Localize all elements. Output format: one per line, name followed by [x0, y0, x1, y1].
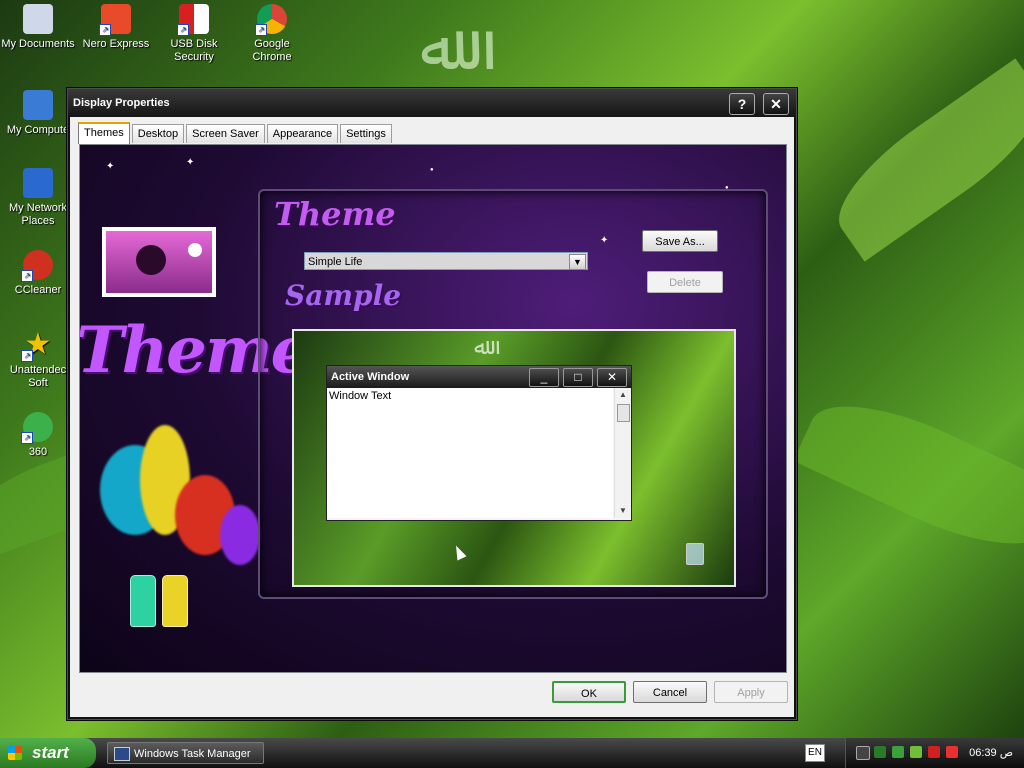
- shortcut-arrow-icon: ↗: [177, 24, 189, 36]
- 360-icon: ↗: [21, 412, 53, 444]
- desktop-icon-label: CCleaner: [14, 284, 62, 296]
- language-indicator[interactable]: EN: [805, 744, 825, 762]
- clock[interactable]: 06:39 ص: [969, 746, 1013, 759]
- desktop-icon-my-network-places[interactable]: My Network Places: [0, 168, 76, 228]
- tab-bar: Themes Desktop Screen Saver Appearance S…: [78, 122, 394, 144]
- ccleaner-icon: ↗: [21, 250, 53, 282]
- moon-icon: [188, 243, 202, 257]
- desktop-icon-label: My Network Places: [8, 202, 68, 227]
- my-computer-icon: [23, 90, 53, 120]
- chevron-down-icon[interactable]: ▼: [569, 254, 586, 270]
- shortcut-arrow-icon: ↗: [255, 24, 267, 36]
- close-icon: ✕: [597, 368, 627, 387]
- tab-themes[interactable]: Themes: [78, 122, 130, 144]
- shortcut-arrow-icon: ↗: [21, 432, 33, 444]
- desktop-icon-unattended-soft[interactable]: ★ ↗ Unattendec Soft: [0, 330, 76, 390]
- tree-silhouette-icon: [136, 245, 166, 275]
- desktop-icon-my-computer[interactable]: My Compute: [0, 90, 76, 137]
- paint-splash-decoration: [220, 505, 260, 565]
- wallpaper-leaf: [793, 379, 1024, 571]
- recycle-bin-icon: [686, 543, 704, 565]
- preview-scrollbar: ▲ ▼: [614, 388, 631, 518]
- desktop-icon-label: My Documents: [1, 38, 75, 50]
- paint-bottle-icon: [162, 575, 188, 627]
- desktop-icon-label: Nero Express: [82, 38, 150, 50]
- dialog-title: Display Properties: [73, 97, 170, 109]
- theme-artwork-frame: [102, 227, 216, 297]
- preview-active-window: Active Window _ □ ✕ Window Text ▲ ▼: [326, 365, 632, 521]
- desktop-icon-my-documents[interactable]: My Documents: [0, 4, 76, 51]
- display-properties-dialog: Display Properties ? ✕ Themes Desktop Sc…: [67, 88, 797, 720]
- desktop-icon-label: USB Disk Security: [170, 38, 218, 63]
- cancel-button[interactable]: Cancel: [633, 681, 707, 703]
- sparkle-decoration: ✦: [106, 161, 115, 172]
- theme-preview: ﷲ Active Window _ □ ✕ Window Text ▲ ▼: [292, 329, 736, 587]
- security-tray-icon[interactable]: [892, 746, 904, 758]
- desktop-icon-label: 360: [28, 446, 48, 458]
- scroll-down-icon: ▼: [619, 506, 627, 515]
- tab-appearance[interactable]: Appearance: [266, 124, 339, 143]
- dialog-body: Themes Desktop Screen Saver Appearance S…: [70, 117, 794, 717]
- shortcut-arrow-icon: ↗: [21, 350, 33, 362]
- themes-panel: ✦ ✦ ● ✦ ● Themes Theme Simple Life ▼ Sav…: [79, 144, 787, 673]
- wallpaper-leaf: [818, 58, 1024, 262]
- shortcut-arrow-icon: ↗: [99, 24, 111, 36]
- windows-logo-icon: [8, 746, 22, 760]
- network-tray-icon[interactable]: [856, 746, 870, 760]
- shield-tray-icon[interactable]: [946, 746, 958, 758]
- dialog-titlebar[interactable]: Display Properties ? ✕: [68, 89, 796, 117]
- help-button[interactable]: ?: [729, 93, 755, 115]
- sample-label: Sample: [285, 279, 402, 312]
- usb-disk-security-icon: ↗: [177, 4, 209, 36]
- desktop-icon-label: Unattendec Soft: [9, 364, 67, 389]
- maximize-icon: □: [563, 368, 593, 387]
- network-places-icon: [23, 168, 53, 198]
- preview-window-text: Window Text: [327, 388, 613, 518]
- apply-button[interactable]: Apply: [714, 681, 788, 703]
- preview-window-title: Active Window: [331, 371, 410, 383]
- desktop-icon-label: Google Chrome: [252, 38, 292, 63]
- nero-express-icon: ↗: [99, 4, 131, 36]
- start-button[interactable]: start: [0, 738, 96, 768]
- taskbar: start Windows Task Manager EN 06:39 ص: [0, 738, 1024, 768]
- star-icon: ★ ↗: [21, 330, 53, 362]
- scroll-thumb: [617, 404, 630, 422]
- preview-window-titlebar: Active Window _ □ ✕: [327, 366, 631, 388]
- app-tray-icon[interactable]: [910, 746, 922, 758]
- shortcut-arrow-icon: ↗: [21, 270, 33, 282]
- theme-select-value: Simple Life: [308, 256, 363, 268]
- taskbar-item-label: Windows Task Manager: [134, 748, 251, 760]
- save-as-button[interactable]: Save As...: [642, 230, 718, 252]
- scroll-up-icon: ▲: [619, 390, 627, 399]
- desktop-icon-label: My Compute: [6, 124, 70, 136]
- delete-button[interactable]: Delete: [647, 271, 723, 293]
- desktop-icon-usb-disk-security[interactable]: ↗ USB Disk Security: [156, 4, 232, 64]
- ok-button[interactable]: OK: [552, 681, 626, 703]
- tab-settings[interactable]: Settings: [340, 124, 392, 143]
- s-tray-icon[interactable]: [928, 746, 940, 758]
- sparkle-decoration: ✦: [186, 157, 195, 168]
- paint-bottle-icon: [130, 575, 156, 627]
- minimize-icon: _: [529, 368, 559, 387]
- taskbar-item-task-manager[interactable]: Windows Task Manager: [107, 742, 264, 764]
- my-documents-icon: [23, 4, 53, 34]
- desktop-icon-google-chrome[interactable]: ↗ Google Chrome: [234, 4, 310, 64]
- theme-label: Theme: [274, 195, 396, 233]
- desktop-icon-ccleaner[interactable]: ↗ CCleaner: [0, 250, 76, 297]
- chrome-icon: ↗: [255, 4, 287, 36]
- tab-screen-saver[interactable]: Screen Saver: [186, 124, 265, 143]
- tab-desktop[interactable]: Desktop: [131, 124, 185, 143]
- wallpaper-calligraphy: ﷲ: [420, 11, 458, 85]
- sparkle-decoration: ●: [430, 167, 434, 173]
- desktop-icon-360[interactable]: ↗ 360: [0, 412, 76, 459]
- theme-select[interactable]: Simple Life ▼: [304, 252, 588, 270]
- start-label: start: [32, 743, 69, 762]
- monitor-tray-icon[interactable]: [874, 746, 886, 758]
- desktop-icon-nero-express[interactable]: ↗ Nero Express: [78, 4, 154, 51]
- preview-calligraphy: ﷲ: [474, 335, 487, 360]
- task-manager-icon: [114, 747, 130, 761]
- system-tray: 06:39 ص: [845, 738, 1024, 768]
- close-button[interactable]: ✕: [763, 93, 789, 115]
